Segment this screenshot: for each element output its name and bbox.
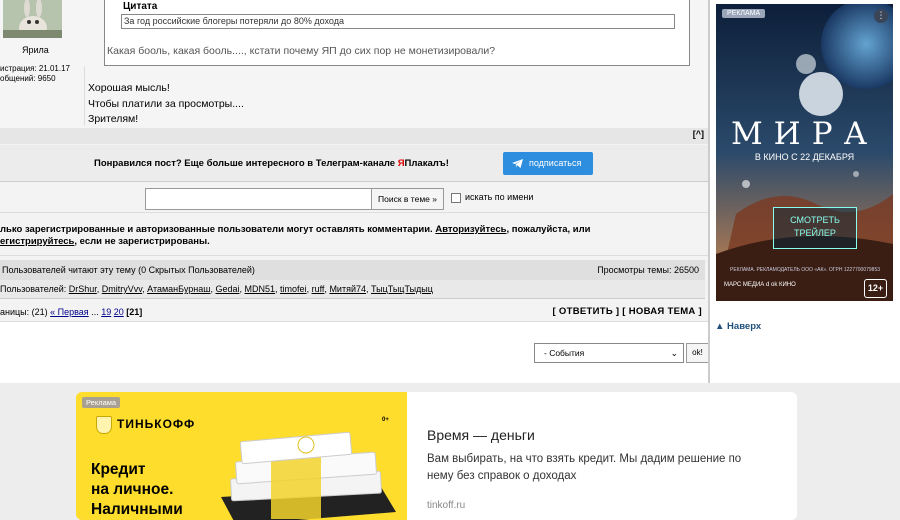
telegram-icon: [512, 159, 523, 168]
post-line: Зрителям!: [88, 113, 139, 125]
triangle-up-icon: ▲: [715, 321, 725, 332]
ad-badge: Реклама: [82, 397, 121, 408]
scroll-up-link[interactable]: [^]: [693, 129, 704, 139]
topic-search: Поиск в теме » искать по имени: [0, 183, 708, 213]
events-select[interactable]: - События ⌄: [534, 343, 684, 363]
bottom-ad-band: Реклама ТИНЬКОФФ 0+ Кредит на личное. На…: [0, 383, 900, 520]
topic-views: Просмотры темы: 26500: [597, 265, 699, 275]
reply-newtopic-actions[interactable]: [ ОТВЕТИТЬ ] [ НОВАЯ ТЕМА ]: [553, 306, 702, 317]
cash-stack-illustration: [221, 431, 396, 520]
ad-visual: Реклама ТИНЬКОФФ 0+ Кредит на личное. На…: [76, 392, 407, 520]
post-divider: [84, 66, 85, 126]
post-line: Хорошая мысль!: [88, 82, 170, 94]
post: Ярила истрация: 21.01.17 общений: 9650 Ц…: [0, 0, 708, 129]
post-line: Чтобы платили за просмотры....: [88, 97, 244, 110]
first-page-link[interactable]: « Первая: [50, 307, 89, 317]
post-body: Хорошая мысль! Чтобы платили за просмотр…: [88, 81, 244, 128]
search-by-name-label: искать по имени: [465, 192, 534, 202]
nested-quote: За год российские блогеры потеряли до 80…: [121, 14, 675, 29]
username[interactable]: Ярила: [22, 45, 49, 55]
posts-count: общений: 9650: [0, 74, 56, 83]
reader-link[interactable]: timofei: [280, 284, 307, 294]
user-meta: истрация: 21.01.17 общений: 9650: [0, 64, 70, 84]
ad-text: Время — деньги Вам выбирать, на что взят…: [407, 392, 797, 520]
reader-link[interactable]: DrShur: [69, 284, 97, 294]
telegram-text: Понравился пост? Еще больше интересного …: [94, 158, 449, 169]
quote-text: Какая бооль, какая бооль...., кстати поч…: [107, 45, 496, 57]
shield-icon: [96, 416, 112, 434]
readers-list: Пользователей: DrShur, DmitryVvv, Атаман…: [0, 280, 705, 299]
pagination: аницы: (21) « Первая ... 19 20 [21] [ ОТ…: [0, 303, 708, 322]
login-link[interactable]: Авторизуйтесь: [435, 224, 506, 235]
registration-date: истрация: 21.01.17: [0, 64, 70, 73]
more-options-icon[interactable]: ⋮: [874, 9, 888, 23]
movie-release-date: В КИНО С 22 ДЕКАБРЯ: [754, 152, 855, 162]
readers-header: Пользователей читают эту тему (0 Скрытых…: [0, 260, 705, 280]
quote-box: Цитата За год российские блогеры потерял…: [104, 0, 690, 66]
avatar[interactable]: [3, 0, 62, 38]
ad-description: Вам выбирать, на что взять кредит. Мы да…: [427, 453, 742, 482]
right-sidebar: РЕКЛАМА ⋮ МИРА В КИНО С 22 ДЕКАБРЯ СМОТР…: [710, 0, 900, 383]
ad-badge: РЕКЛАМА: [722, 9, 766, 18]
readers-count: Пользователей читают эту тему (0 Скрытых…: [2, 265, 255, 275]
watch-trailer-button[interactable]: СМОТРЕТЬ ТРЕЙЛЕР: [773, 207, 857, 249]
events-area: - События ⌄ ok!: [0, 322, 709, 383]
reader-link[interactable]: MDN51: [245, 284, 276, 294]
search-in-topic-button[interactable]: Поиск в теме »: [371, 188, 444, 210]
page-link-20[interactable]: 20: [114, 307, 124, 317]
events-ok-button[interactable]: ok!: [686, 343, 709, 363]
telegram-subscribe-button[interactable]: подписаться: [503, 152, 593, 175]
ad-domain[interactable]: tinkoff.ru: [427, 500, 465, 511]
telegram-banner: Понравился пост? Еще больше интересного …: [0, 145, 708, 182]
reader-link[interactable]: АтаманБурнаш: [147, 284, 210, 294]
post-footer-bar: [^]: [0, 128, 708, 144]
brand-logo: ТИНЬКОФФ: [96, 416, 195, 434]
reader-link[interactable]: ТыцТыцТыдыц: [371, 284, 433, 294]
reader-link[interactable]: ruff: [312, 284, 325, 294]
ad-headline: Кредит на личное. Наличными: [91, 461, 183, 518]
back-to-top-link[interactable]: ▲ Наверх: [715, 321, 761, 332]
search-by-name-checkbox[interactable]: [451, 193, 461, 203]
ad-title: Время — деньги: [427, 427, 535, 443]
movie-title: МИРА: [730, 116, 879, 152]
sponsor-logos: МАРС МЕДИА d ok КИНО: [724, 282, 796, 288]
quote-title: Цитата: [123, 1, 158, 12]
reader-link[interactable]: Митяй74: [329, 284, 366, 294]
age-rating: 0+: [382, 417, 389, 423]
movie-ad-poster[interactable]: РЕКЛАМА ⋮ МИРА В КИНО С 22 ДЕКАБРЯ СМОТР…: [716, 4, 893, 301]
ad-fine-print: РЕКЛАМА. РЕКЛАМОДАТЕЛЬ ООО «АК». ОГРН 12…: [729, 267, 881, 273]
search-input[interactable]: [145, 188, 373, 210]
page-link-19[interactable]: 19: [101, 307, 111, 317]
age-rating: 12+: [864, 279, 887, 298]
forum-area: Ярила истрация: 21.01.17 общений: 9650 Ц…: [0, 0, 710, 383]
chevron-down-icon: ⌄: [670, 348, 678, 358]
tinkoff-ad[interactable]: Реклама ТИНЬКОФФ 0+ Кредит на личное. На…: [76, 392, 797, 520]
reader-link[interactable]: DmitryVvv: [102, 284, 142, 294]
registration-notice: лько зарегистрированные и авторизованные…: [0, 213, 708, 256]
current-page: [21]: [126, 307, 143, 317]
register-link[interactable]: егистрируйтесь: [0, 236, 74, 247]
reader-link[interactable]: Gedai: [215, 284, 239, 294]
